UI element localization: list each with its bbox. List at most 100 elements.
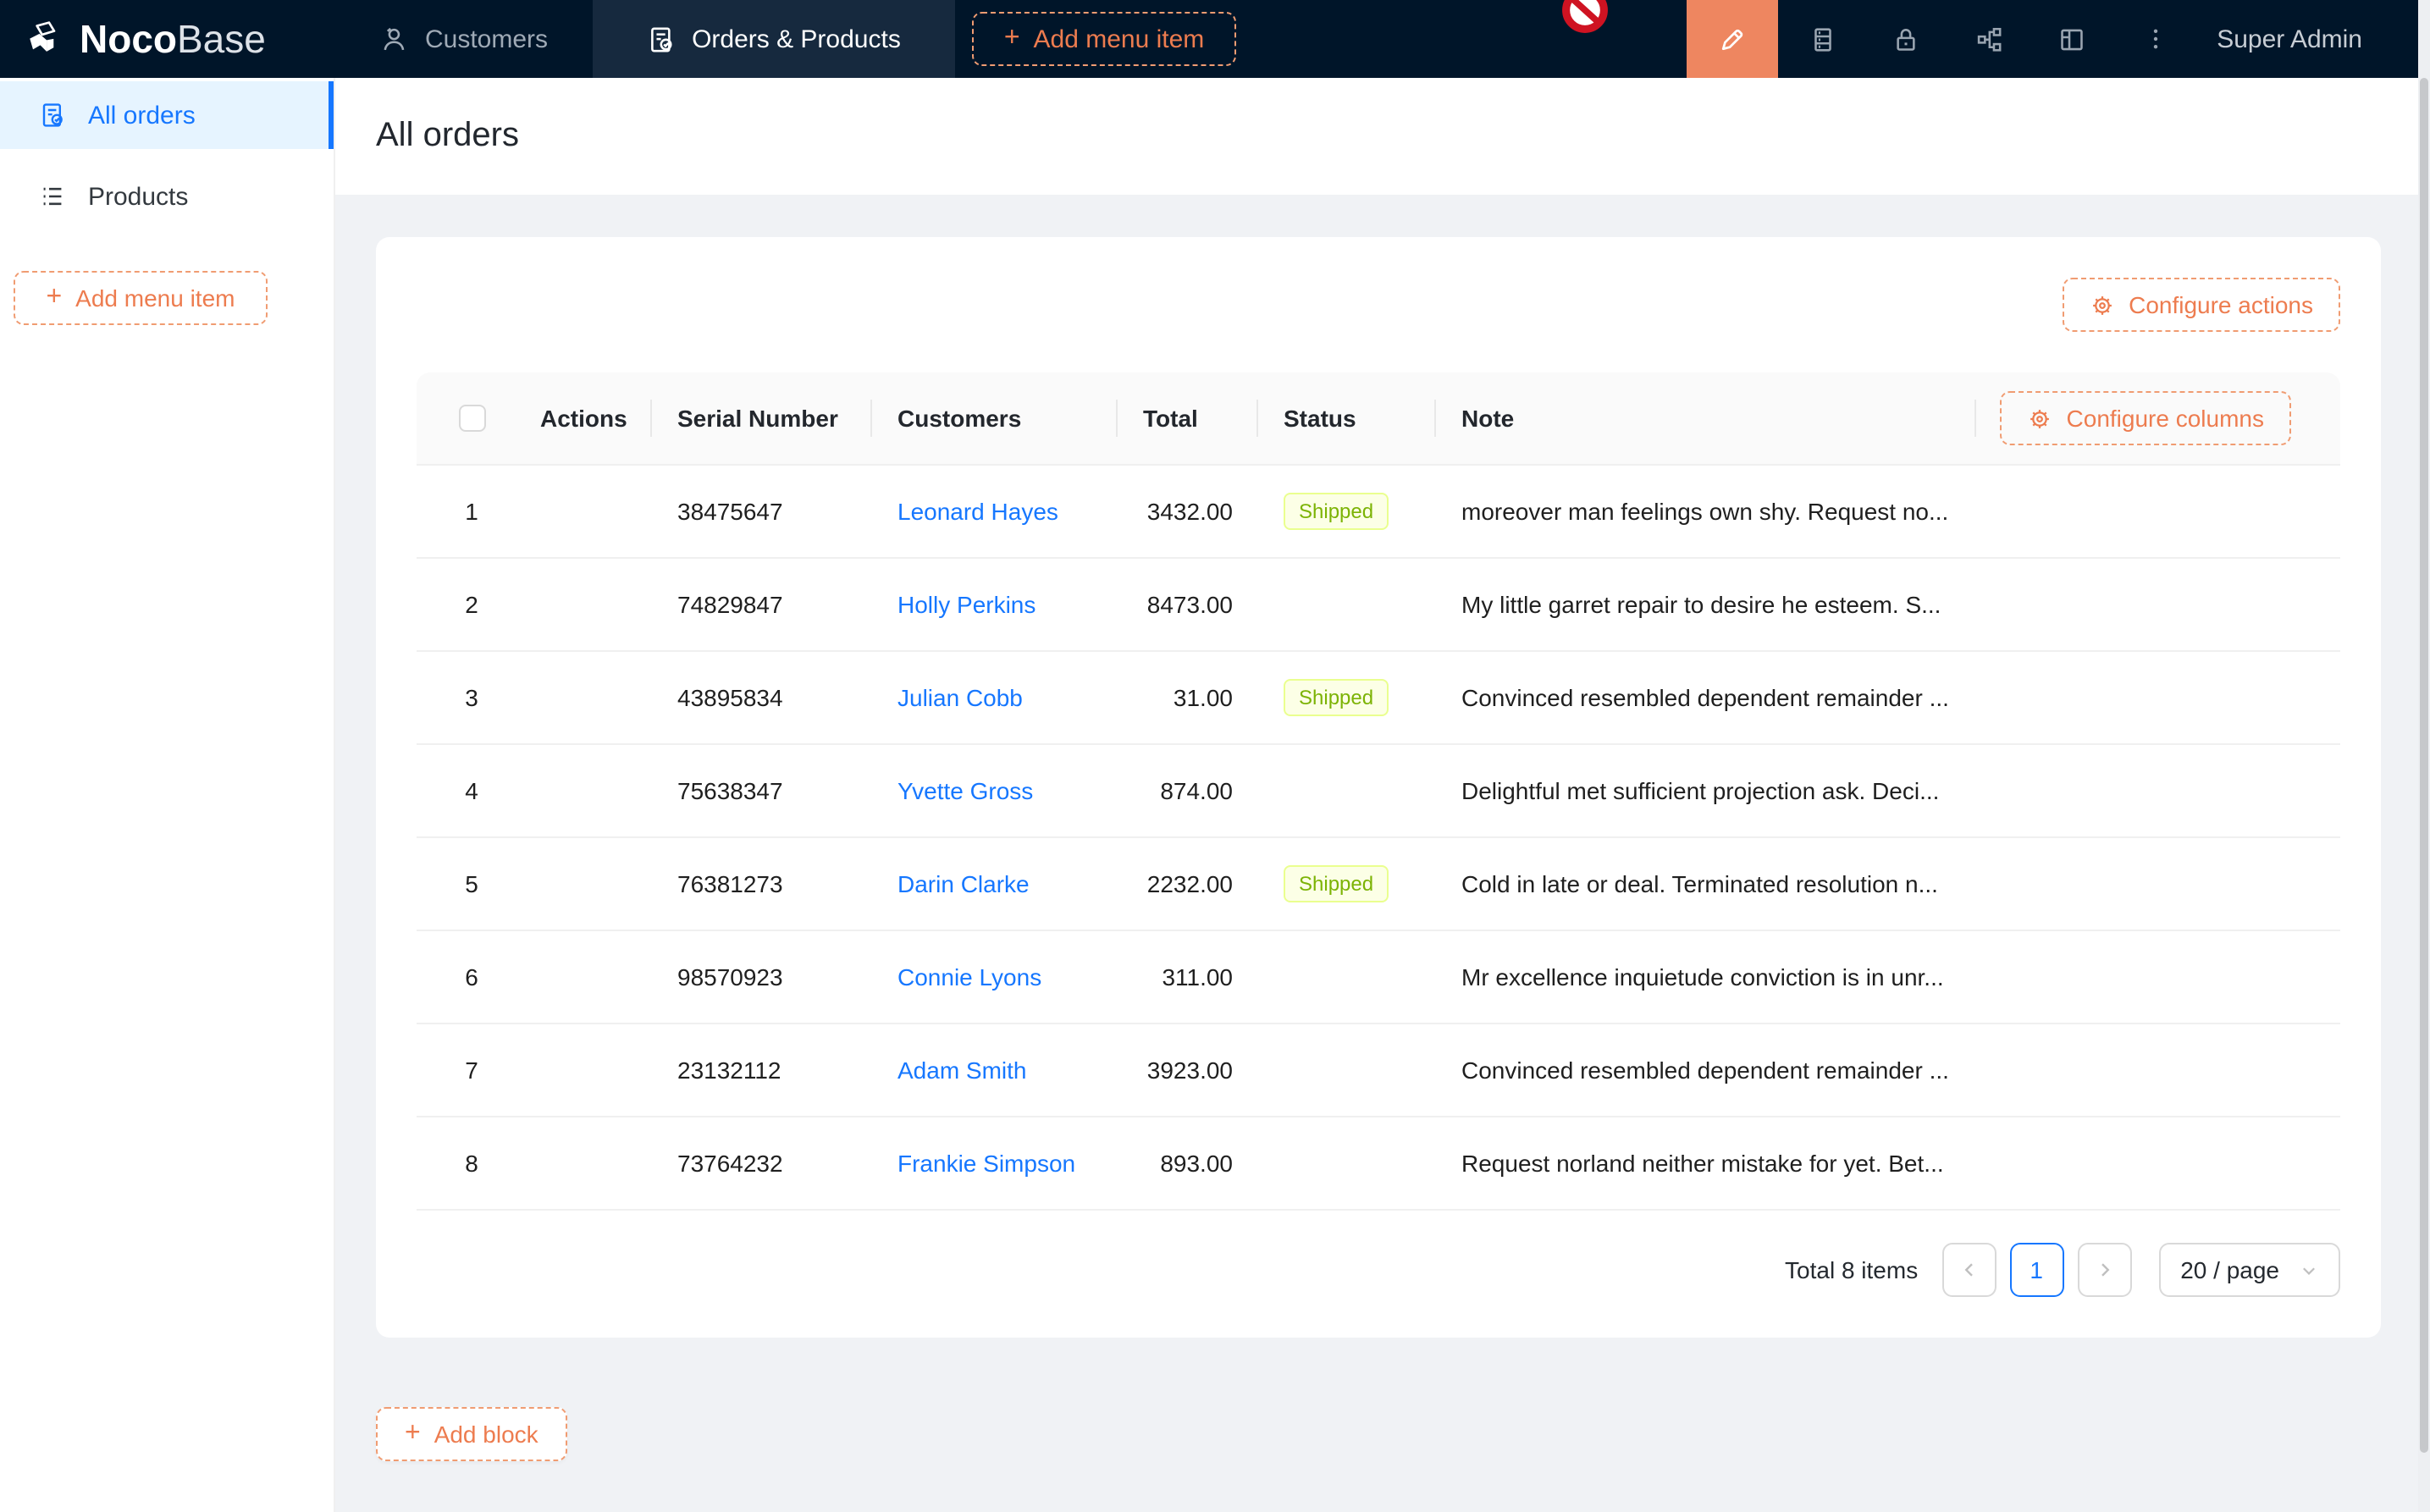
cell-total: 3432.00 [1116, 498, 1256, 525]
collections-manager-button[interactable] [1781, 0, 1864, 78]
cell-note: Cold in late or deal. Terminated resolut… [1434, 870, 1974, 897]
cell-total: 2232.00 [1116, 870, 1256, 897]
cell-note: Convinced resembled dependent remainder … [1434, 684, 1974, 711]
table-row: 7 23132112 Adam Smith 3923.00 Convinced … [417, 1024, 2340, 1117]
orders-table: Actions Serial Number Customers Total St… [417, 372, 2340, 1211]
database-icon [1809, 25, 1837, 53]
header-cell-note: Note [1434, 372, 1974, 464]
cell-total: 893.00 [1116, 1150, 1256, 1177]
tab-label: Orders & Products [692, 25, 901, 53]
customer-link[interactable]: Holly Perkins [897, 591, 1036, 618]
sidebar-menu: All orders Products [0, 78, 334, 230]
customer-link[interactable]: Julian Cobb [897, 684, 1023, 711]
security-button[interactable] [1864, 0, 1947, 78]
gear-icon [2090, 292, 2115, 317]
pagination-next-button[interactable] [2077, 1243, 2131, 1297]
lock-icon [1892, 25, 1920, 53]
table-actions-bar: Configure actions [417, 278, 2340, 332]
header-cell-select [417, 372, 527, 464]
table-row: 5 76381273 Darin Clarke 2232.00 Shipped … [417, 838, 2340, 931]
cell-status: Shipped [1256, 865, 1434, 902]
table-block-card: Configure actions Actions Serial Number … [376, 237, 2381, 1338]
status-badge: Shipped [1284, 493, 1389, 530]
more-options-button[interactable] [2113, 0, 2196, 78]
sidebar-item-label: Products [88, 182, 188, 211]
row-index: 4 [417, 777, 527, 804]
pagination-total: Total 8 items [1785, 1256, 1918, 1283]
table-row: 4 75638347 Yvette Gross 874.00 Delightfu… [417, 745, 2340, 838]
add-menu-item-button-top[interactable]: + Add menu item [972, 12, 1236, 66]
layout-icon [2057, 25, 2086, 53]
row-index: 8 [417, 1150, 527, 1177]
sidebar-item-all-orders[interactable]: All orders [0, 81, 334, 149]
pagination-prev-button[interactable] [1941, 1243, 1996, 1297]
table-body: 1 38475647 Leonard Hayes 3432.00 Shipped… [417, 466, 2340, 1211]
main-menu: Customers Orders & Products [335, 0, 955, 78]
cell-total: 3923.00 [1116, 1057, 1256, 1084]
current-user-menu[interactable]: Super Admin [2217, 25, 2362, 53]
cell-serial-number: 75638347 [650, 777, 870, 804]
row-index: 2 [417, 591, 527, 618]
nocobase-logo-icon [24, 18, 68, 60]
header-cell-customers: Customers [870, 372, 1116, 464]
customer-link[interactable]: Leonard Hayes [897, 498, 1058, 525]
scrollbar-thumb[interactable] [2420, 78, 2428, 1453]
brand-name: NocoBase [80, 16, 266, 62]
ui-editor-button[interactable] [1687, 0, 1778, 78]
customer-link[interactable]: Frankie Simpson [897, 1150, 1075, 1177]
pagination: Total 8 items 1 20 / page [417, 1243, 2340, 1297]
header-cell-status: Status [1256, 372, 1434, 464]
gear-icon [2028, 406, 2053, 431]
table-row: 2 74829847 Holly Perkins 8473.00 My litt… [417, 559, 2340, 652]
header-cell-actions: Actions [527, 372, 650, 464]
plus-icon: + [405, 1421, 421, 1448]
main-area: All orders Configure actions [335, 78, 2430, 1512]
sidebar-item-label: All orders [88, 101, 196, 130]
tab-orders-products[interactable]: Orders & Products [592, 0, 955, 78]
table-row: 1 38475647 Leonard Hayes 3432.00 Shipped… [417, 466, 2340, 559]
page-size-select[interactable]: 20 / page [2158, 1243, 2340, 1297]
cell-serial-number: 23132112 [650, 1057, 870, 1084]
header-cell-total: Total [1116, 372, 1256, 464]
cell-note: Delightful met sufficient projection ask… [1434, 777, 1974, 804]
header-cell-serial: Serial Number [650, 372, 870, 464]
cell-note: Mr excellence inquietude conviction is i… [1434, 963, 1974, 991]
plugin-manager-button[interactable] [1947, 0, 2030, 78]
vertical-ellipsis-icon [2141, 25, 2168, 52]
select-all-checkbox[interactable] [458, 405, 485, 432]
row-index: 5 [417, 870, 527, 897]
add-block-button[interactable]: + Add block [376, 1407, 567, 1461]
sidebar-item-products[interactable]: Products [0, 163, 334, 230]
configure-actions-button[interactable]: Configure actions [2063, 278, 2340, 332]
customer-link[interactable]: Darin Clarke [897, 870, 1030, 897]
partition-icon [1974, 25, 2003, 53]
cell-note: Request norland neither mistake for yet.… [1434, 1150, 1974, 1177]
row-index: 6 [417, 963, 527, 991]
table-row: 8 73764232 Frankie Simpson 893.00 Reques… [417, 1117, 2340, 1211]
page-content: Configure actions Actions Serial Number … [335, 195, 2430, 1461]
cell-total: 311.00 [1116, 963, 1256, 991]
highlighter-icon [1717, 24, 1748, 54]
tab-customers[interactable]: Customers [335, 0, 592, 78]
page-title: All orders [376, 117, 519, 156]
cell-serial-number: 73764232 [650, 1150, 870, 1177]
customer-link[interactable]: Adam Smith [897, 1057, 1027, 1084]
row-index: 1 [417, 498, 527, 525]
pagination-page-1[interactable]: 1 [2009, 1243, 2063, 1297]
header-cell-configure: Configure columns [1974, 372, 2340, 464]
configure-columns-button[interactable]: Configure columns [2001, 391, 2291, 445]
settings-center-button[interactable] [2030, 0, 2113, 78]
customer-link[interactable]: Yvette Gross [897, 777, 1033, 804]
row-index: 3 [417, 684, 527, 711]
list-icon [39, 183, 66, 210]
table-row: 6 98570923 Connie Lyons 311.00 Mr excell… [417, 931, 2340, 1024]
file-done-icon [646, 25, 675, 53]
navbar-actions: Super Admin [1687, 0, 2430, 78]
add-menu-item-button-sidebar[interactable]: + Add menu item [14, 271, 268, 325]
cell-status: Shipped [1256, 493, 1434, 530]
window-scrollbar [2418, 0, 2430, 1512]
cell-note: Convinced resembled dependent remainder … [1434, 1057, 1974, 1084]
nocobase-logo[interactable]: NocoBase [0, 16, 335, 62]
customer-link[interactable]: Connie Lyons [897, 963, 1041, 991]
user-icon [379, 25, 408, 53]
